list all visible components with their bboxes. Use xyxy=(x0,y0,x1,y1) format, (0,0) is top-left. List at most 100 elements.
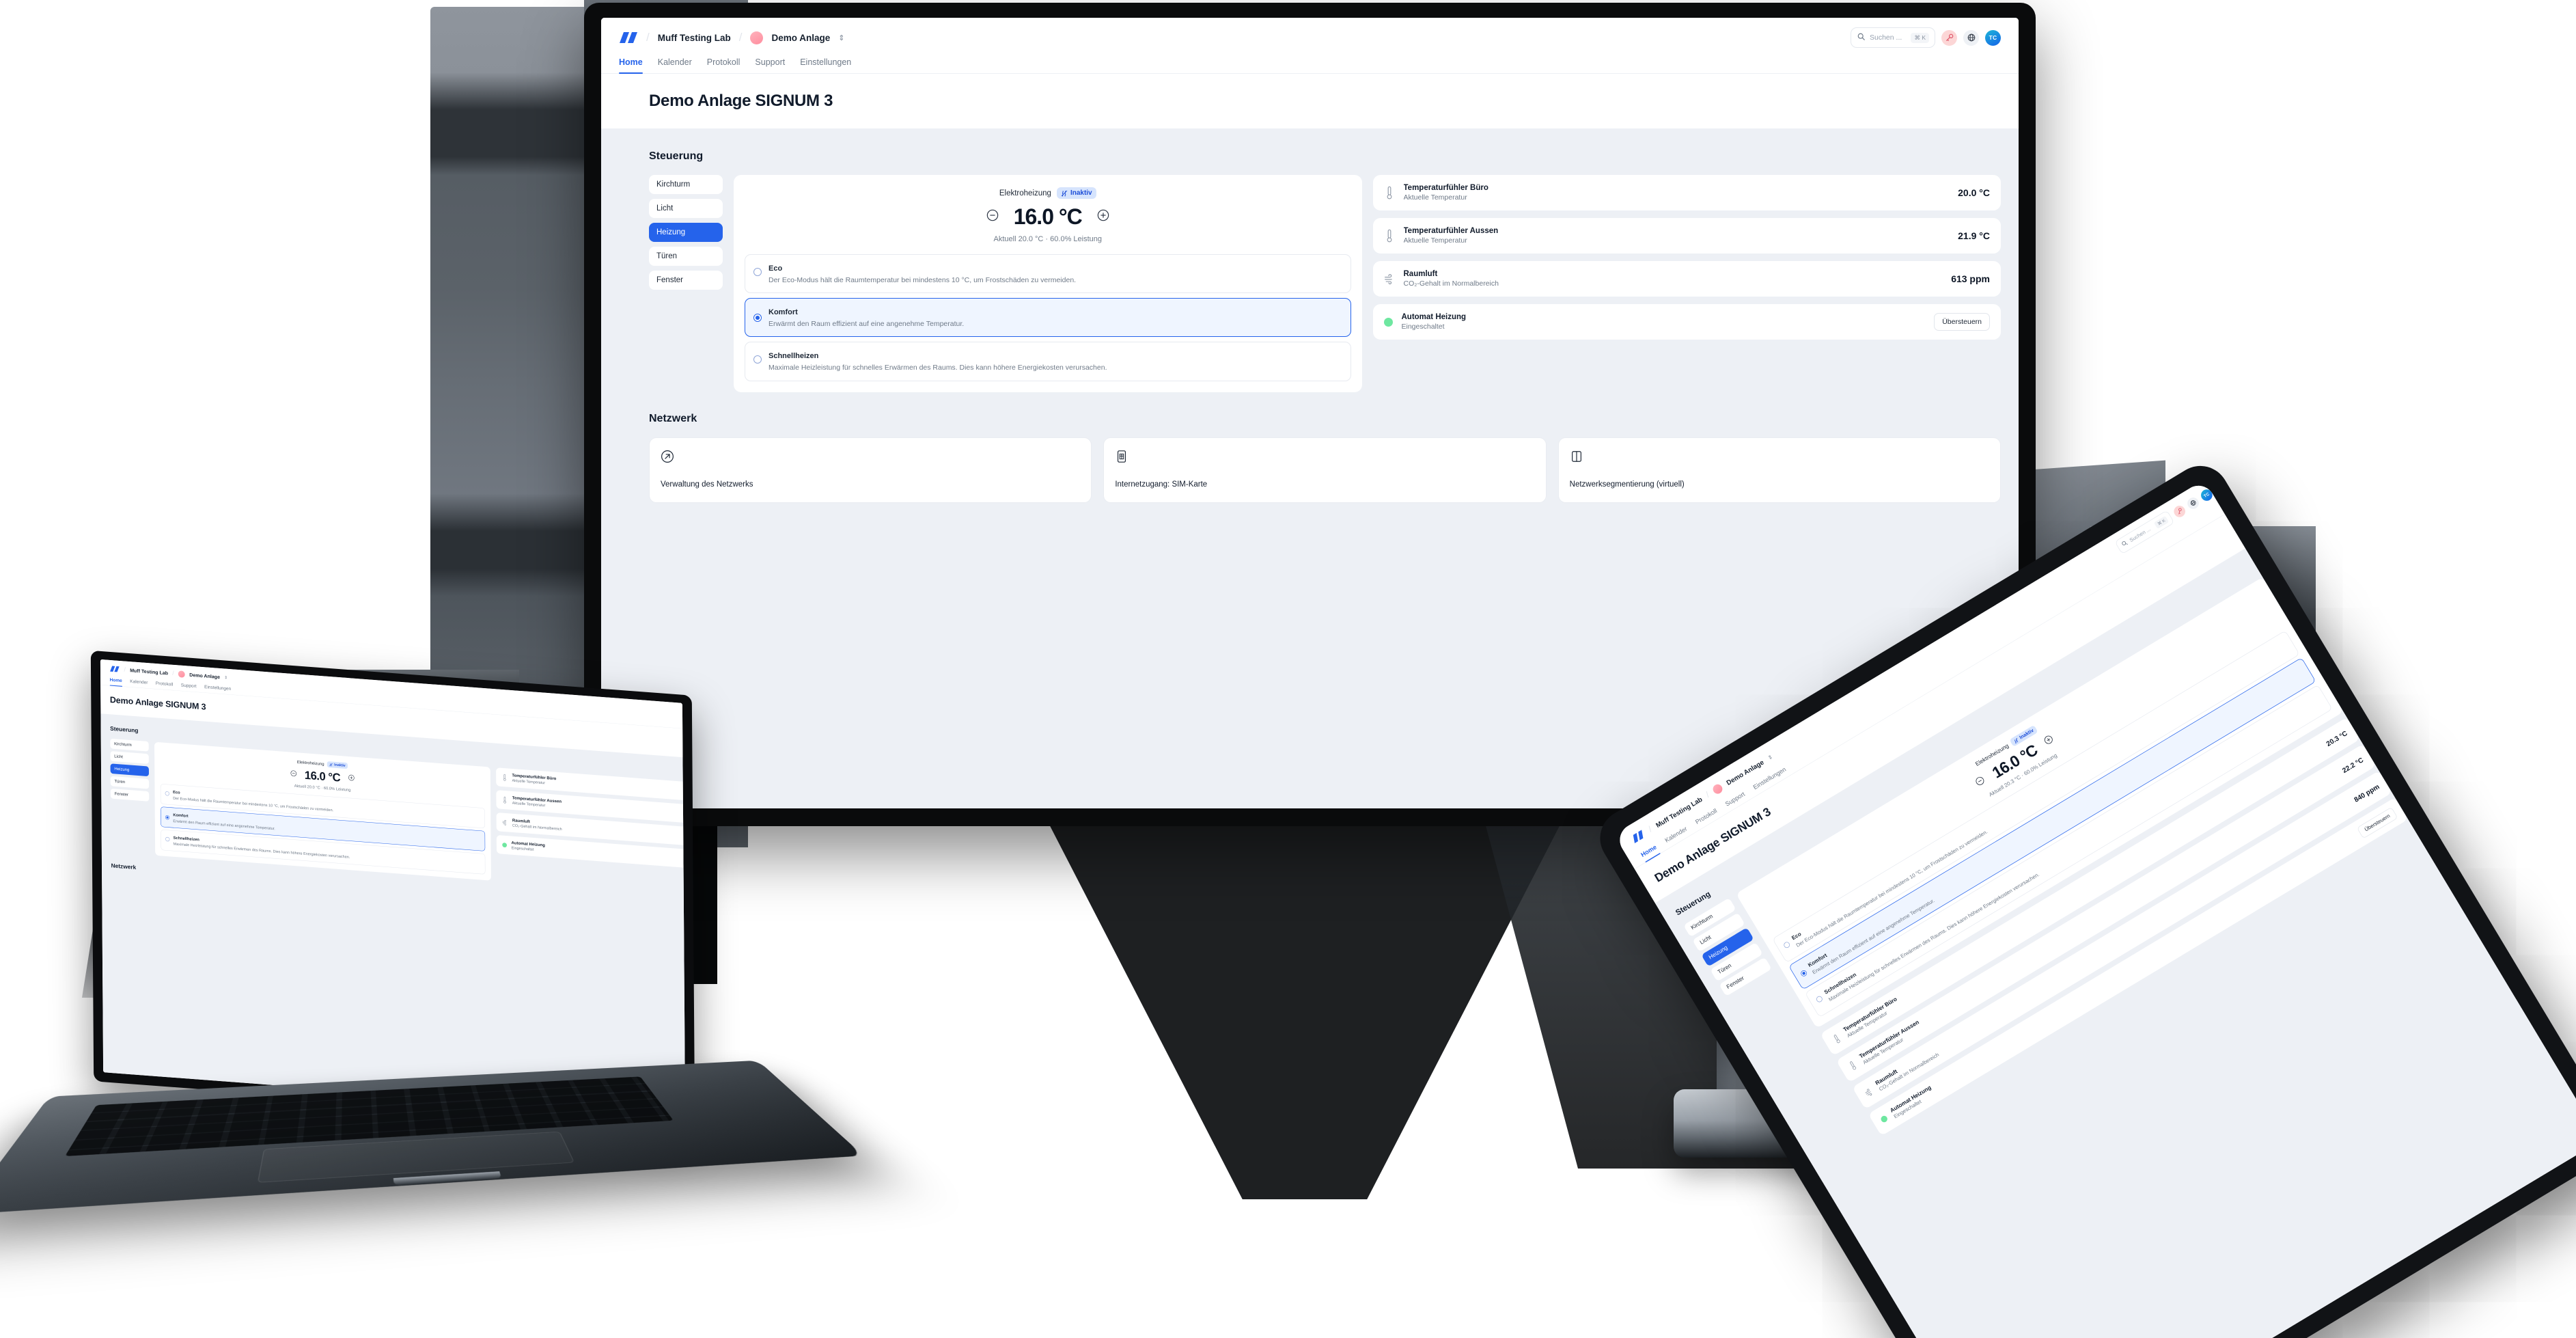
sidebar-item-kirchturm[interactable]: Kirchturm xyxy=(649,175,723,194)
air-flow-icon xyxy=(1863,1086,1874,1098)
sensor-row-automat[interactable]: Automat Heizung Eingeschaltet Übersteuer… xyxy=(1372,304,2001,340)
search-placeholder: Suchen ... xyxy=(2129,526,2152,544)
tab-protokoll[interactable]: Protokoll xyxy=(707,55,740,73)
section-heading-steuerung: Steuerung xyxy=(649,150,704,162)
radio-eco[interactable] xyxy=(1782,940,1791,949)
radio-eco[interactable] xyxy=(753,268,762,276)
key-icon[interactable] xyxy=(2172,503,2187,519)
radio-komfort[interactable] xyxy=(753,313,762,322)
chevron-up-down-icon[interactable]: ⇕ xyxy=(1767,754,1773,761)
user-avatar[interactable]: TC xyxy=(1985,29,2001,46)
mode-option-schnellheizen[interactable]: Schnellheizen Maximale Heizleistung für … xyxy=(745,342,1351,381)
sensor-title: Raumluft xyxy=(1403,270,1438,278)
target-temperature: 16.0 °C xyxy=(304,768,341,784)
override-button[interactable]: Übersteuern xyxy=(1934,313,1990,331)
radio-schnellheizen[interactable] xyxy=(1815,995,1824,1004)
org-name[interactable]: Muff Testing Lab xyxy=(658,33,731,43)
globe-icon[interactable] xyxy=(2185,495,2201,511)
sidebar-item-tueren[interactable]: Türen xyxy=(649,247,723,266)
app-window-desktop: / Muff Testing Lab / Demo Anlage ⇕ Suche… xyxy=(601,18,2019,808)
radio-eco[interactable] xyxy=(165,791,169,796)
sensor-title: Temperaturfühler Aussen xyxy=(1403,227,1499,235)
plant-name[interactable]: Demo Anlage xyxy=(189,672,220,679)
sidebar-item-licht[interactable]: Licht xyxy=(649,199,723,218)
network-card-sim[interactable]: Internetzugang: SIM-Karte xyxy=(1103,437,1547,503)
plant-name[interactable]: Demo Anlage xyxy=(771,33,830,43)
sensor-value: 21.9 °C xyxy=(1958,230,1990,241)
air-flow-icon xyxy=(502,819,508,826)
device-mockup-scene: / Muff Testing Lab / Demo Anlage ⇕ Suche… xyxy=(0,0,2576,1338)
sidebar-item-licht[interactable]: Licht xyxy=(110,751,149,764)
thermostat-subline: Aktuell 20.0 °C · 60.0% Leistung xyxy=(993,235,1103,243)
search-shortcut: ⌘ K xyxy=(2153,515,2170,529)
radio-schnellheizen[interactable] xyxy=(753,355,762,364)
increment-temperature-button[interactable] xyxy=(348,774,355,783)
mode-desc-schnellheizen: Maximale Heizleistung für schnelles Erwä… xyxy=(768,364,1107,372)
status-dot-green-icon xyxy=(501,842,507,847)
laptop-device: / Muff Testing Lab / Demo Anlage ⇕ Home xyxy=(0,650,864,1240)
double-slash-logo-icon[interactable] xyxy=(110,666,120,672)
breadcrumb-separator-2: / xyxy=(738,31,743,44)
mode-desc-eco: Der Eco-Modus hält die Raumtemperatur be… xyxy=(768,276,1077,284)
radio-komfort[interactable] xyxy=(165,815,170,820)
decrement-temperature-button[interactable] xyxy=(1973,775,1987,789)
sensor-row-raumluft[interactable]: Raumluft CO₂-Gehalt im Normalbereich 613… xyxy=(1372,261,2001,297)
sidebar-item-heizung[interactable]: Heizung xyxy=(110,763,150,777)
tab-home[interactable]: Home xyxy=(619,55,643,74)
network-card-segmentierung[interactable]: Netzwerksegmentierung (virtuell) xyxy=(1557,437,2001,503)
mode-title-schnellheizen: Schnellheizen xyxy=(768,352,819,361)
search-input[interactable]: Suchen ... ⌘ K xyxy=(1851,27,1935,48)
thermostat-device-name: Elektroheizung xyxy=(296,760,324,767)
tab-home[interactable]: Home xyxy=(110,676,122,686)
decrement-temperature-button[interactable] xyxy=(290,770,296,779)
mode-option-komfort[interactable]: Komfort Erwärmt den Raum effizient auf e… xyxy=(745,298,1351,338)
sensor-title: Automat Heizung xyxy=(1401,313,1467,321)
breadcrumb-separator-1: / xyxy=(1646,824,1654,834)
override-button[interactable]: Übersteuern xyxy=(2356,806,2398,839)
status-badge: Inaktiv xyxy=(327,761,348,769)
chevron-up-down-icon[interactable]: ⇕ xyxy=(838,33,844,42)
thermometer-icon xyxy=(1847,1059,1859,1071)
network-card-label: Verwaltung des Netzwerks xyxy=(661,480,753,489)
key-icon[interactable] xyxy=(1941,29,1957,46)
org-name[interactable]: Muff Testing Lab xyxy=(130,668,168,676)
tab-support[interactable]: Support xyxy=(755,55,785,73)
increment-temperature-button[interactable] xyxy=(1097,209,1109,225)
tab-support[interactable]: Support xyxy=(181,681,197,692)
sensor-value: 20.0 °C xyxy=(1958,187,1990,198)
sidebar-item-heizung[interactable]: Heizung xyxy=(649,223,723,242)
chevron-up-down-icon[interactable]: ⇕ xyxy=(224,675,227,680)
search-shortcut: ⌘ K xyxy=(1911,32,1929,43)
sidebar-item-fenster[interactable]: Fenster xyxy=(110,788,150,802)
sensor-row-aussen[interactable]: Temperaturfühler Aussen Aktuelle Tempera… xyxy=(1372,218,2001,254)
sidebar-item-fenster[interactable]: Fenster xyxy=(649,271,723,290)
mode-option-eco[interactable]: Eco Der Eco-Modus hält die Raumtemperatu… xyxy=(745,254,1351,294)
increment-temperature-button[interactable] xyxy=(2042,734,2056,748)
decrement-temperature-button[interactable] xyxy=(986,209,999,225)
status-dot-green-icon xyxy=(1879,1115,1889,1124)
page-title-area: Demo Anlage SIGNUM 3 xyxy=(601,74,2019,128)
breadcrumb-separator-1: / xyxy=(124,666,126,673)
sensor-value: 840 ppm xyxy=(2352,782,2381,804)
sidebar-item-kirchturm[interactable]: Kirchturm xyxy=(110,738,149,752)
sensor-title: Temperaturfühler Büro xyxy=(1403,184,1488,192)
tab-kalender[interactable]: Kalender xyxy=(130,677,148,688)
tab-kalender[interactable]: Kalender xyxy=(658,55,692,73)
thermostat-card: Elektroheizung Inaktiv 16.0 °C Aktuell 2… xyxy=(734,175,1362,392)
double-slash-logo-icon[interactable] xyxy=(1630,829,1646,844)
main-tabs: Home Kalender Protokoll Support Einstell… xyxy=(601,55,2019,74)
air-flow-icon xyxy=(1384,272,1395,286)
radio-komfort[interactable] xyxy=(1799,969,1808,978)
sensor-row-buero[interactable]: Temperaturfühler Büro Aktuelle Temperatu… xyxy=(1372,175,2001,210)
tab-einstellungen[interactable]: Einstellungen xyxy=(204,683,231,694)
sensor-list: Temperaturfühler Büro Aktuelle Temperatu… xyxy=(1372,175,2001,340)
double-slash-logo-icon[interactable] xyxy=(619,31,638,44)
globe-icon[interactable] xyxy=(1963,29,1979,46)
network-card-verwaltung[interactable]: Verwaltung des Netzwerks xyxy=(649,437,1092,503)
radio-schnellheizen[interactable] xyxy=(165,836,170,842)
sim-card-icon xyxy=(1115,450,1128,480)
tab-protokoll[interactable]: Protokoll xyxy=(156,679,173,690)
tab-einstellungen[interactable]: Einstellungen xyxy=(800,55,851,73)
monitor-screen: / Muff Testing Lab / Demo Anlage ⇕ Suche… xyxy=(601,18,2019,808)
sidebar-item-tueren[interactable]: Türen xyxy=(110,776,150,789)
